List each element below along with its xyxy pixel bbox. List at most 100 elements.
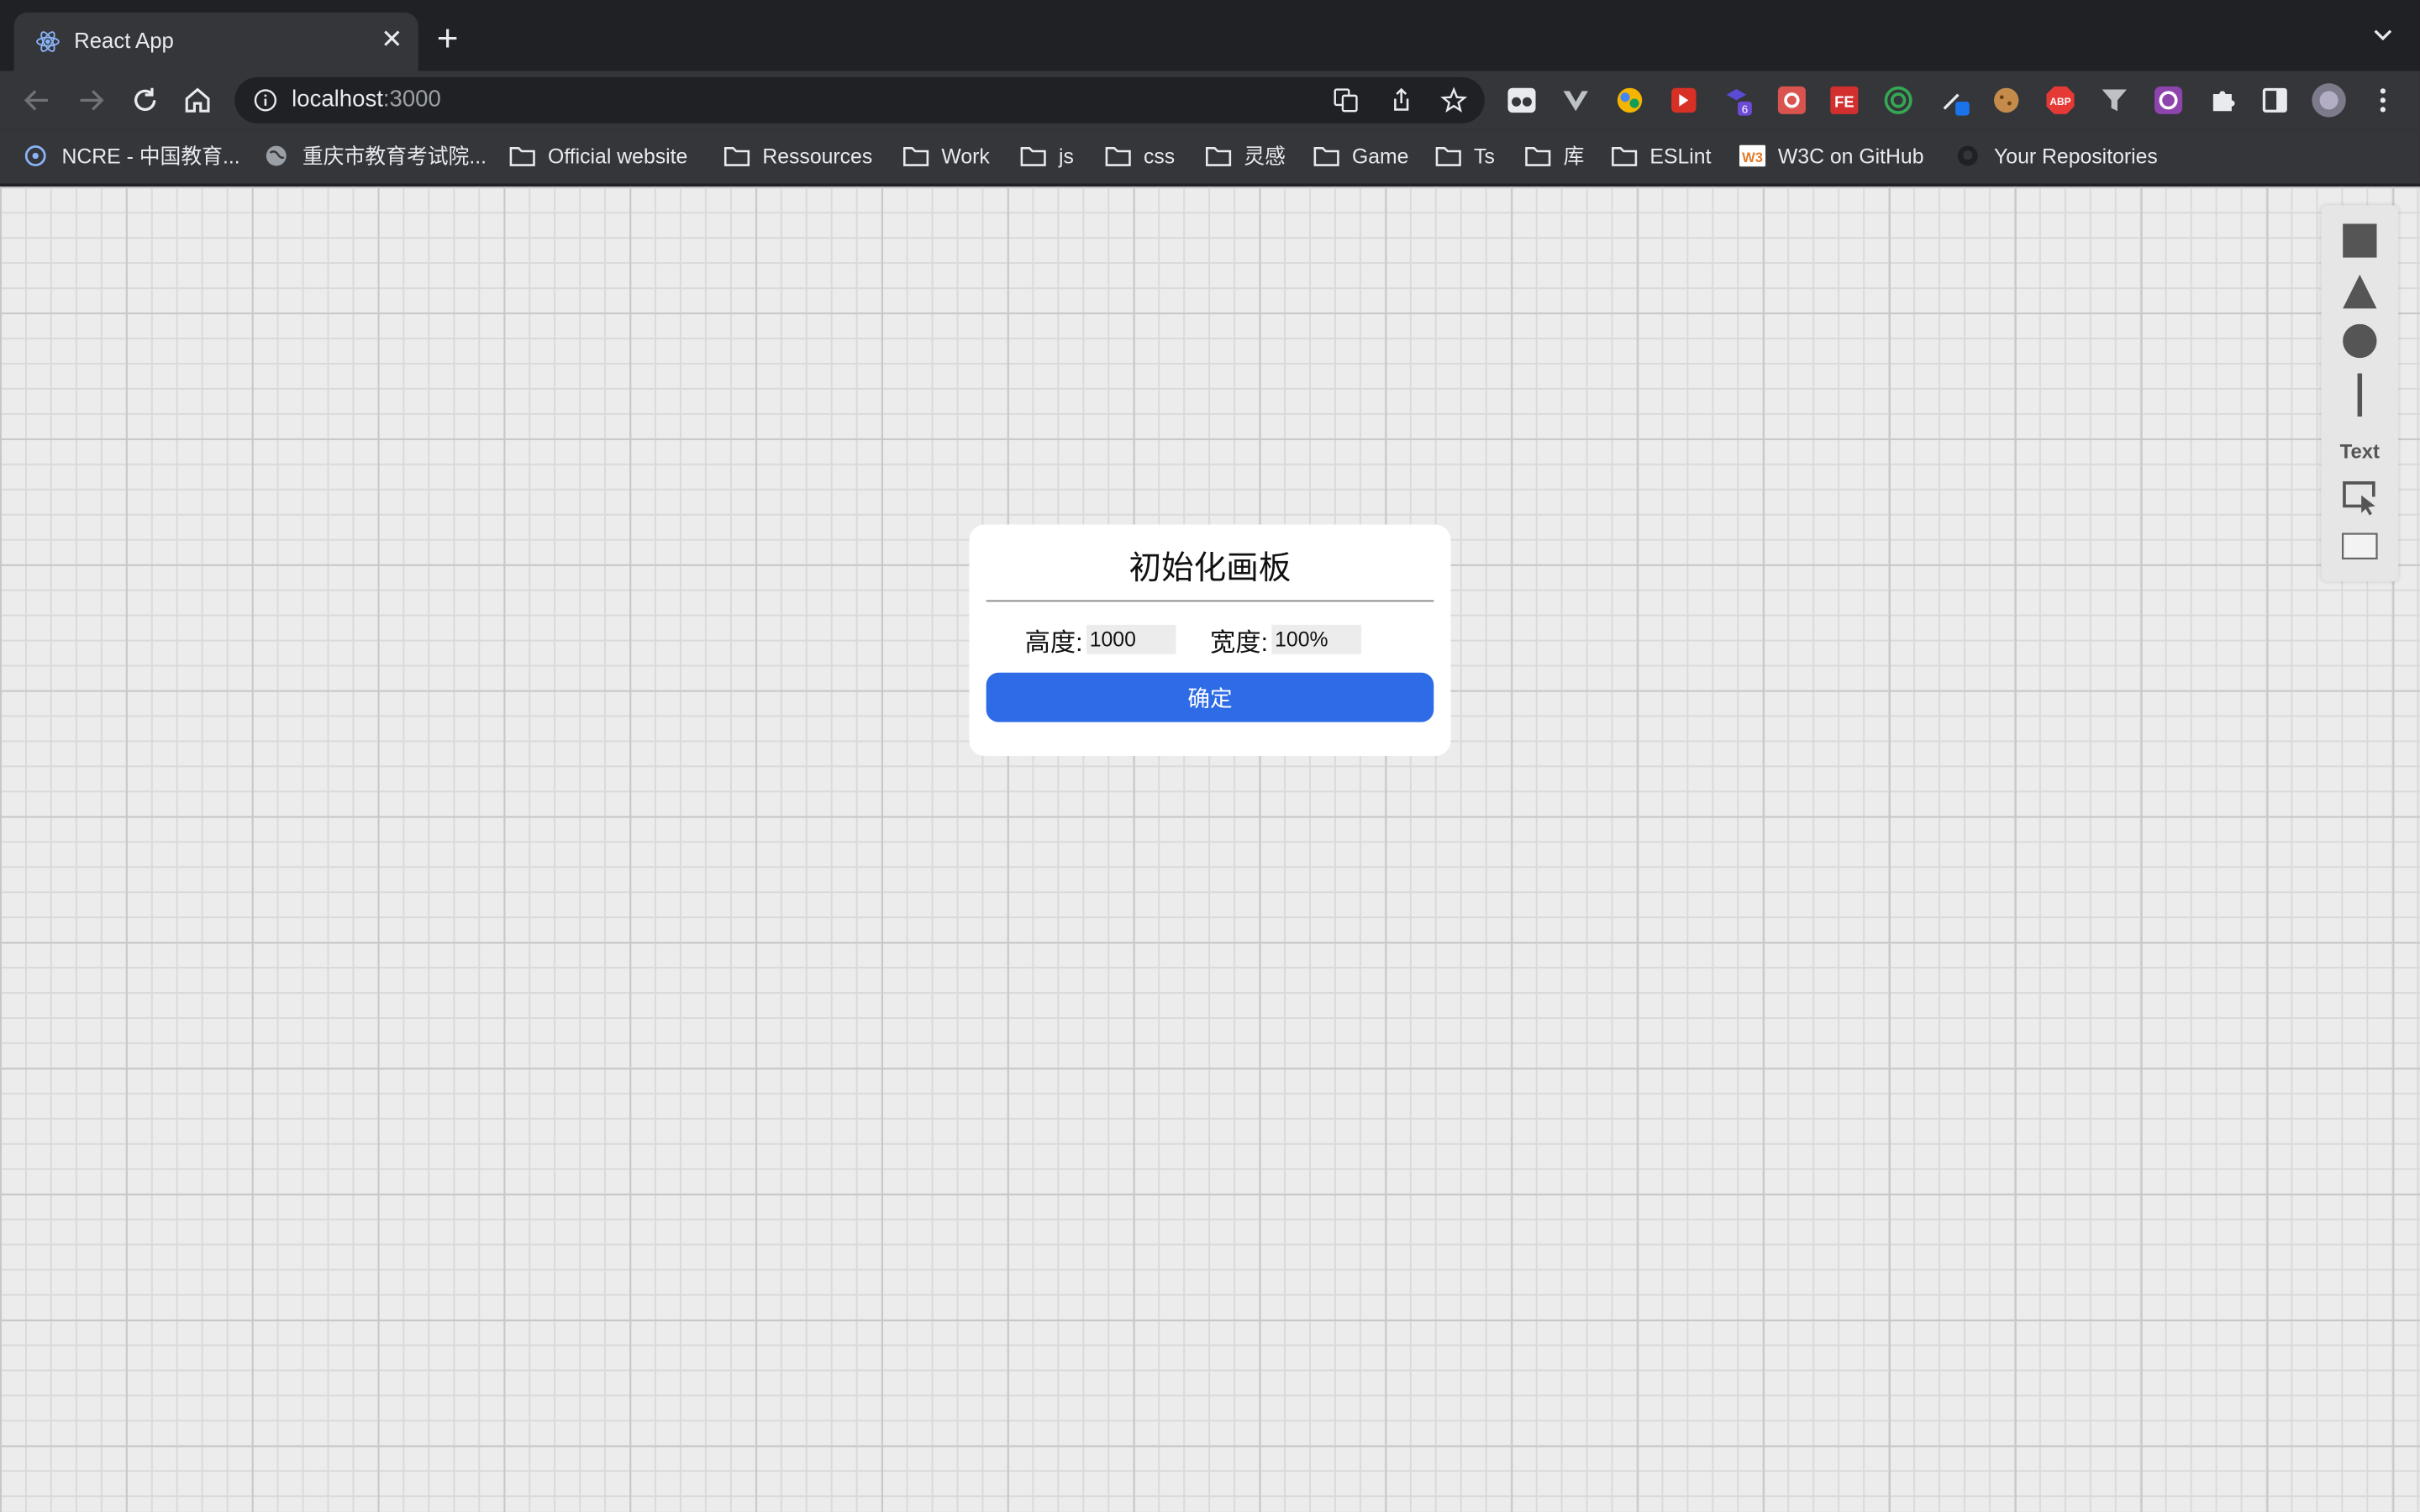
select-cursor-icon bbox=[2343, 481, 2375, 516]
bookmarks-bar: NCRE - 中国教育... 重庆市教育考试院... Official webs… bbox=[0, 129, 2420, 186]
bookmark-label: 库 bbox=[1563, 144, 1585, 169]
share-icon[interactable] bbox=[1387, 87, 1415, 114]
extension-fe-icon[interactable]: FE bbox=[1828, 85, 1860, 116]
side-panel-icon[interactable] bbox=[2260, 85, 2291, 116]
new-tab-button[interactable]: + bbox=[437, 21, 459, 59]
svg-text:6: 6 bbox=[1742, 102, 1748, 115]
folder-icon bbox=[1525, 147, 1551, 167]
bookmark-folder-ts[interactable]: Ts bbox=[1435, 144, 1495, 171]
confirm-button[interactable]: 确定 bbox=[986, 672, 1434, 722]
bookmark-label: Your Repositories bbox=[1994, 144, 2158, 169]
extension-filter-icon[interactable] bbox=[2099, 85, 2130, 116]
more-menu-icon[interactable] bbox=[2367, 85, 2398, 116]
width-input[interactable] bbox=[1271, 624, 1361, 654]
svg-text:FE: FE bbox=[1834, 93, 1854, 111]
text-tool[interactable]: Text bbox=[2321, 435, 2398, 466]
address-bar[interactable]: localhost:3000 bbox=[234, 76, 1485, 123]
extension-cube-badge-icon[interactable]: 6 bbox=[1723, 85, 1754, 116]
extension-gear-red-icon[interactable] bbox=[1776, 85, 1807, 116]
profile-avatar[interactable] bbox=[2311, 81, 2348, 118]
folder-icon bbox=[1020, 147, 1046, 167]
line-icon bbox=[2357, 373, 2363, 417]
tab-react-app[interactable]: React App ✕ bbox=[13, 12, 418, 71]
triangle-icon bbox=[2343, 274, 2377, 309]
tab-title: React App bbox=[74, 28, 174, 53]
bookmark-folder-game[interactable]: Game bbox=[1313, 144, 1408, 171]
bookmark-cqksy[interactable]: 重庆市教育考试院... bbox=[264, 144, 487, 171]
extension-vue-icon[interactable] bbox=[1560, 85, 1591, 116]
square-icon bbox=[2343, 223, 2377, 258]
globe-icon bbox=[266, 146, 287, 167]
svg-text:W3: W3 bbox=[1742, 150, 1763, 166]
ncre-icon bbox=[24, 145, 46, 167]
folder-icon bbox=[1612, 147, 1638, 167]
tab-close-icon[interactable]: ✕ bbox=[381, 24, 402, 55]
bookmark-label: 灵感 bbox=[1244, 144, 1286, 169]
dialog-title: 初始化画板 bbox=[1128, 550, 1292, 586]
back-icon[interactable] bbox=[20, 83, 54, 117]
width-label: 宽度: bbox=[1209, 629, 1269, 658]
folder-icon bbox=[723, 147, 750, 167]
folder-icon bbox=[1313, 147, 1339, 167]
text-tool-label: Text bbox=[2339, 438, 2380, 463]
bookmark-label: Work bbox=[941, 144, 990, 169]
bookmark-folder-ku[interactable]: 库 bbox=[1525, 144, 1585, 171]
bookmark-ncre[interactable]: NCRE - 中国教育... bbox=[24, 144, 240, 171]
folder-icon bbox=[1105, 147, 1131, 167]
react-icon bbox=[36, 31, 60, 52]
bookmark-star-icon[interactable] bbox=[1440, 87, 1468, 114]
bookmark-folder-linggan[interactable]: 灵感 bbox=[1205, 144, 1286, 171]
triangle-tool[interactable] bbox=[2321, 271, 2398, 312]
bookmark-label: W3C on GitHub bbox=[1777, 144, 1924, 169]
extension-target-icon[interactable] bbox=[1883, 85, 1914, 116]
bookmark-folder-css[interactable]: css bbox=[1105, 144, 1175, 171]
extension-abp-icon[interactable]: ABP bbox=[2045, 85, 2076, 116]
height-label: 高度: bbox=[1024, 629, 1083, 658]
screen: React App ✕ + localhost:3000 6 FE ABP NC… bbox=[0, 0, 2420, 1512]
bookmark-folder-ressources[interactable]: Ressources bbox=[723, 144, 872, 171]
height-input[interactable] bbox=[1086, 624, 1176, 654]
bookmark-folder-work[interactable]: Work bbox=[902, 144, 990, 171]
tab-search-chevron-icon[interactable] bbox=[2370, 22, 2395, 46]
circle-tool[interactable] bbox=[2321, 321, 2398, 361]
home-icon[interactable] bbox=[181, 83, 214, 117]
reload-icon[interactable] bbox=[128, 83, 161, 117]
folder-icon bbox=[1435, 147, 1461, 167]
info-icon[interactable] bbox=[253, 88, 277, 113]
bookmark-label: Ressources bbox=[762, 144, 873, 169]
bookmark-label: ESLint bbox=[1649, 144, 1712, 169]
forward-icon[interactable] bbox=[74, 83, 108, 117]
bookmark-folder-official-website[interactable]: Official website bbox=[509, 144, 687, 171]
bookmark-your-repositories[interactable]: Your Repositories bbox=[1955, 144, 2158, 171]
bookmark-folder-eslint[interactable]: ESLint bbox=[1612, 144, 1712, 171]
bookmark-w3c-github[interactable]: W3 W3C on GitHub bbox=[1739, 144, 1924, 171]
extension-color-ring-icon[interactable] bbox=[2153, 85, 2184, 116]
extension-picker-icon[interactable] bbox=[1940, 85, 1971, 116]
extension-red-play-icon[interactable] bbox=[1668, 85, 1699, 116]
bookmark-label: js bbox=[1058, 144, 1074, 169]
line-tool[interactable] bbox=[2321, 372, 2398, 418]
extensions-puzzle-icon[interactable] bbox=[2207, 85, 2238, 116]
frame-icon bbox=[2342, 533, 2378, 559]
browser-toolbar: localhost:3000 6 FE ABP bbox=[0, 71, 2420, 130]
rectangle-tool[interactable] bbox=[2321, 221, 2398, 261]
extension-glasses-icon[interactable] bbox=[1507, 85, 1538, 116]
drawing-canvas[interactable] bbox=[0, 186, 2420, 1512]
shape-tool-panel: Text bbox=[2321, 205, 2399, 582]
dialog-divider bbox=[986, 600, 1434, 602]
init-canvas-dialog: 初始化画板 高度: 宽度: 确定 bbox=[969, 524, 1451, 756]
bookmark-label: css bbox=[1143, 144, 1176, 169]
bookmark-folder-js[interactable]: js bbox=[1020, 144, 1074, 171]
svg-text:ABP: ABP bbox=[2049, 96, 2070, 108]
extension-cookie-icon[interactable] bbox=[1991, 85, 2022, 116]
select-tool[interactable] bbox=[2321, 478, 2398, 518]
frame-tool[interactable] bbox=[2321, 528, 2398, 564]
url-text: localhost:3000 bbox=[292, 87, 441, 113]
extension-palette-icon[interactable] bbox=[1614, 85, 1645, 116]
folder-icon bbox=[1206, 147, 1232, 167]
url-port: :3000 bbox=[382, 86, 441, 113]
translate-icon[interactable] bbox=[1332, 87, 1360, 114]
url-host: localhost bbox=[292, 86, 383, 113]
bookmark-label: NCRE - 中国教育... bbox=[61, 144, 240, 169]
circle-icon bbox=[2343, 323, 2377, 359]
